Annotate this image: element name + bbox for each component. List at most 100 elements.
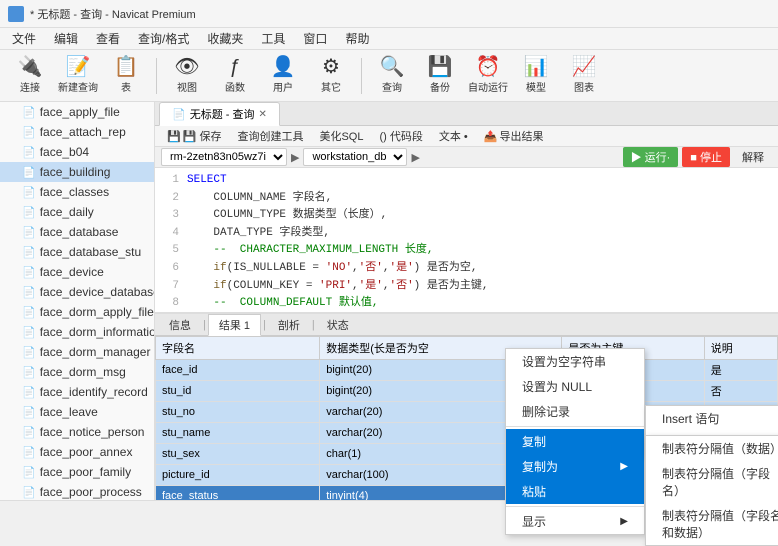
table-small-icon-8: 📄 — [22, 246, 36, 259]
table-icon: 📋 — [114, 57, 139, 77]
cell-field: face_status — [156, 486, 320, 501]
sidebar-item-face-database[interactable]: 📄 face_database — [0, 222, 154, 242]
menu-window[interactable]: 窗口 — [295, 28, 335, 49]
tab-cropping[interactable]: 剖析 — [268, 315, 310, 335]
sidebar-item-face-device[interactable]: 📄 face_device — [0, 262, 154, 282]
cell-field: stu_id — [156, 381, 320, 402]
sql-editor[interactable]: 1 SELECT 2 COLUMN_NAME 字段名, 3 COLUMN_TYP… — [155, 168, 778, 313]
ctx-display[interactable]: 显示 ▶ — [506, 509, 644, 534]
tab-close-button[interactable]: ✕ — [258, 109, 266, 120]
new-query-label: 新建查询 — [58, 79, 98, 94]
new-query-button[interactable]: 📝 新建查询 — [56, 54, 100, 98]
save-button[interactable]: 💾 💾 保存 — [161, 126, 227, 146]
sidebar-item-face-daily[interactable]: 📄 face_daily — [0, 202, 154, 222]
submenu-tab-fields[interactable]: 制表符分隔值（字段名） — [646, 461, 778, 503]
ctx-paste[interactable]: 粘贴 — [506, 479, 644, 504]
autorun-icon: ⏰ — [476, 57, 501, 77]
tab-info[interactable]: 信息 — [159, 315, 201, 335]
sql-line-7: 7 if(COLUMN_KEY = 'PRI','是','否') 是否为主键, — [159, 278, 774, 296]
sidebar-item-face-database-stu[interactable]: 📄 face_database_stu — [0, 242, 154, 262]
tab-status[interactable]: 状态 — [317, 315, 359, 335]
sidebar-item-face-classes[interactable]: 📄 face_classes — [0, 182, 154, 202]
sidebar-item-face-dorm-apply[interactable]: 📄 face_dorm_apply_file — [0, 302, 154, 322]
menu-query[interactable]: 查询/格式 — [130, 28, 197, 49]
sidebar-item-face-poor-family[interactable]: 📄 face_poor_family — [0, 462, 154, 482]
beautify-label: 美化SQL — [319, 128, 363, 144]
model-button[interactable]: 📊 模型 — [514, 54, 558, 98]
menu-favorites[interactable]: 收藏夹 — [199, 28, 251, 49]
sidebar-item-face-leave[interactable]: 📄 face_leave — [0, 402, 154, 422]
sidebar-item-face-poor-annex[interactable]: 📄 face_poor_annex — [0, 442, 154, 462]
sidebar-item-face-notice[interactable]: 📄 face_notice_person — [0, 422, 154, 442]
tab-result-1[interactable]: 结果 1 — [208, 314, 261, 336]
query-button[interactable]: 🔍 查询 — [370, 54, 414, 98]
context-menu: 设置为空字符串 设置为 NULL 删除记录 复制 复制为 ▶ 粘贴 显示 ▶ — [505, 348, 645, 535]
sidebar-item-face-building[interactable]: 📄 face_building — [0, 162, 154, 182]
menu-edit[interactable]: 编辑 — [46, 28, 86, 49]
chart-icon: 📈 — [572, 57, 597, 77]
submenu-tab-fields-data[interactable]: 制表符分隔值（字段名和数据） — [646, 503, 778, 545]
sidebar-item-face-identify[interactable]: 📄 face_identify_record — [0, 382, 154, 402]
table-small-icon-13: 📄 — [22, 346, 36, 359]
menu-help[interactable]: 帮助 — [337, 28, 377, 49]
ctx-delete-record[interactable]: 删除记录 — [506, 399, 644, 424]
connect-button[interactable]: 🔌 连接 — [8, 54, 52, 98]
beautify-button[interactable]: 美化SQL — [313, 126, 369, 146]
table-small-icon-16: 📄 — [22, 406, 36, 419]
table-row[interactable]: stu_id bigint(20) 否 否 — [156, 381, 778, 402]
code-snippet-button[interactable]: () 代码段 — [373, 126, 428, 146]
autorun-button[interactable]: ⏰ 自动运行 — [466, 54, 510, 98]
menu-file[interactable]: 文件 — [4, 28, 44, 49]
ctx-copy-as[interactable]: 复制为 ▶ — [506, 454, 644, 479]
table-small-icon: 📄 — [22, 106, 36, 119]
sidebar-item-face-apply-file[interactable]: 📄 face_apply_file — [0, 102, 154, 122]
table-small-icon-17: 📄 — [22, 426, 36, 439]
sidebar-item-face-attach-rep[interactable]: 📄 face_attach_rep — [0, 122, 154, 142]
title-bar: * 无标题 - 查询 - Navicat Premium — [0, 0, 778, 28]
other-button[interactable]: ⚙ 其它 — [309, 54, 353, 98]
ctx-separator-2 — [506, 506, 644, 507]
run-button[interactable]: ▶ 运行· — [623, 147, 679, 167]
backup-button[interactable]: 💾 备份 — [418, 54, 462, 98]
ctx-set-empty-string[interactable]: 设置为空字符串 — [506, 349, 644, 374]
sql-line-5: 5 -- CHARACTER_MAXIMUM_LENGTH 长度, — [159, 242, 774, 260]
user-button[interactable]: 👤 用户 — [261, 54, 305, 98]
submenu-tab-data[interactable]: 制表符分隔值（数据） — [646, 436, 778, 461]
table-small-icon-3: 📄 — [22, 146, 36, 159]
ctx-set-null[interactable]: 设置为 NULL — [506, 374, 644, 399]
sql-line-6: 6 if(IS_NULLABLE = 'NO','否','是') 是否为空, — [159, 260, 774, 278]
database-select[interactable]: workstation_db — [303, 148, 407, 166]
function-button[interactable]: ƒ 函数 — [213, 54, 257, 98]
view-button[interactable]: 👁 视图 — [165, 54, 209, 98]
sidebar-item-face-dorm-msg[interactable]: 📄 face_dorm_msg — [0, 362, 154, 382]
new-query-icon: 📝 — [66, 57, 91, 77]
submenu-insert-statement[interactable]: Insert 语句 — [646, 406, 778, 431]
cell-field: stu_name — [156, 423, 320, 444]
query-toolbar: 💾 💾 保存 查询创建工具 美化SQL () 代码段 文本 • 📤 导出结果 — [155, 126, 778, 147]
explain-button[interactable]: 解释 — [734, 147, 772, 167]
sidebar-item-face-b04[interactable]: 📄 face_b04 — [0, 142, 154, 162]
table-small-icon-11: 📄 — [22, 306, 36, 319]
sidebar-item-face-device-db[interactable]: 📄 face_device_database — [0, 282, 154, 302]
table-button[interactable]: 📋 表 — [104, 54, 148, 98]
menu-tools[interactable]: 工具 — [253, 28, 293, 49]
query-builder-button[interactable]: 查询创建工具 — [231, 126, 309, 146]
sidebar-item-face-dorm-manager[interactable]: 📄 face_dorm_manager — [0, 342, 154, 362]
ctx-copy[interactable]: 复制 — [506, 429, 644, 454]
sql-line-1: 1 SELECT — [159, 172, 774, 190]
query-tab[interactable]: 📄 无标题 - 查询 ✕ — [159, 102, 280, 126]
toolbar-separator-2 — [361, 58, 362, 94]
tab-icon: 📄 — [172, 108, 186, 121]
export-result-button[interactable]: 📤 导出结果 — [478, 126, 550, 146]
stop-button[interactable]: ■ 停止 — [682, 147, 730, 167]
query-icon: 🔍 — [380, 57, 405, 77]
connection-select[interactable]: rm-2zetn83n05wz7i — [161, 148, 287, 166]
menu-view[interactable]: 查看 — [88, 28, 128, 49]
sidebar-item-face-poor-process[interactable]: 📄 face_poor_process — [0, 482, 154, 500]
window-title: * 无标题 - 查询 - Navicat Premium — [30, 6, 196, 22]
table-row[interactable]: face_id bigint(20) 否 是 — [156, 360, 778, 381]
text-button[interactable]: 文本 • — [433, 126, 474, 146]
sidebar-item-face-dorm-info[interactable]: 📄 face_dorm_informatio — [0, 322, 154, 342]
tab-bar: 📄 无标题 - 查询 ✕ — [155, 102, 778, 126]
chart-button[interactable]: 📈 图表 — [562, 54, 606, 98]
